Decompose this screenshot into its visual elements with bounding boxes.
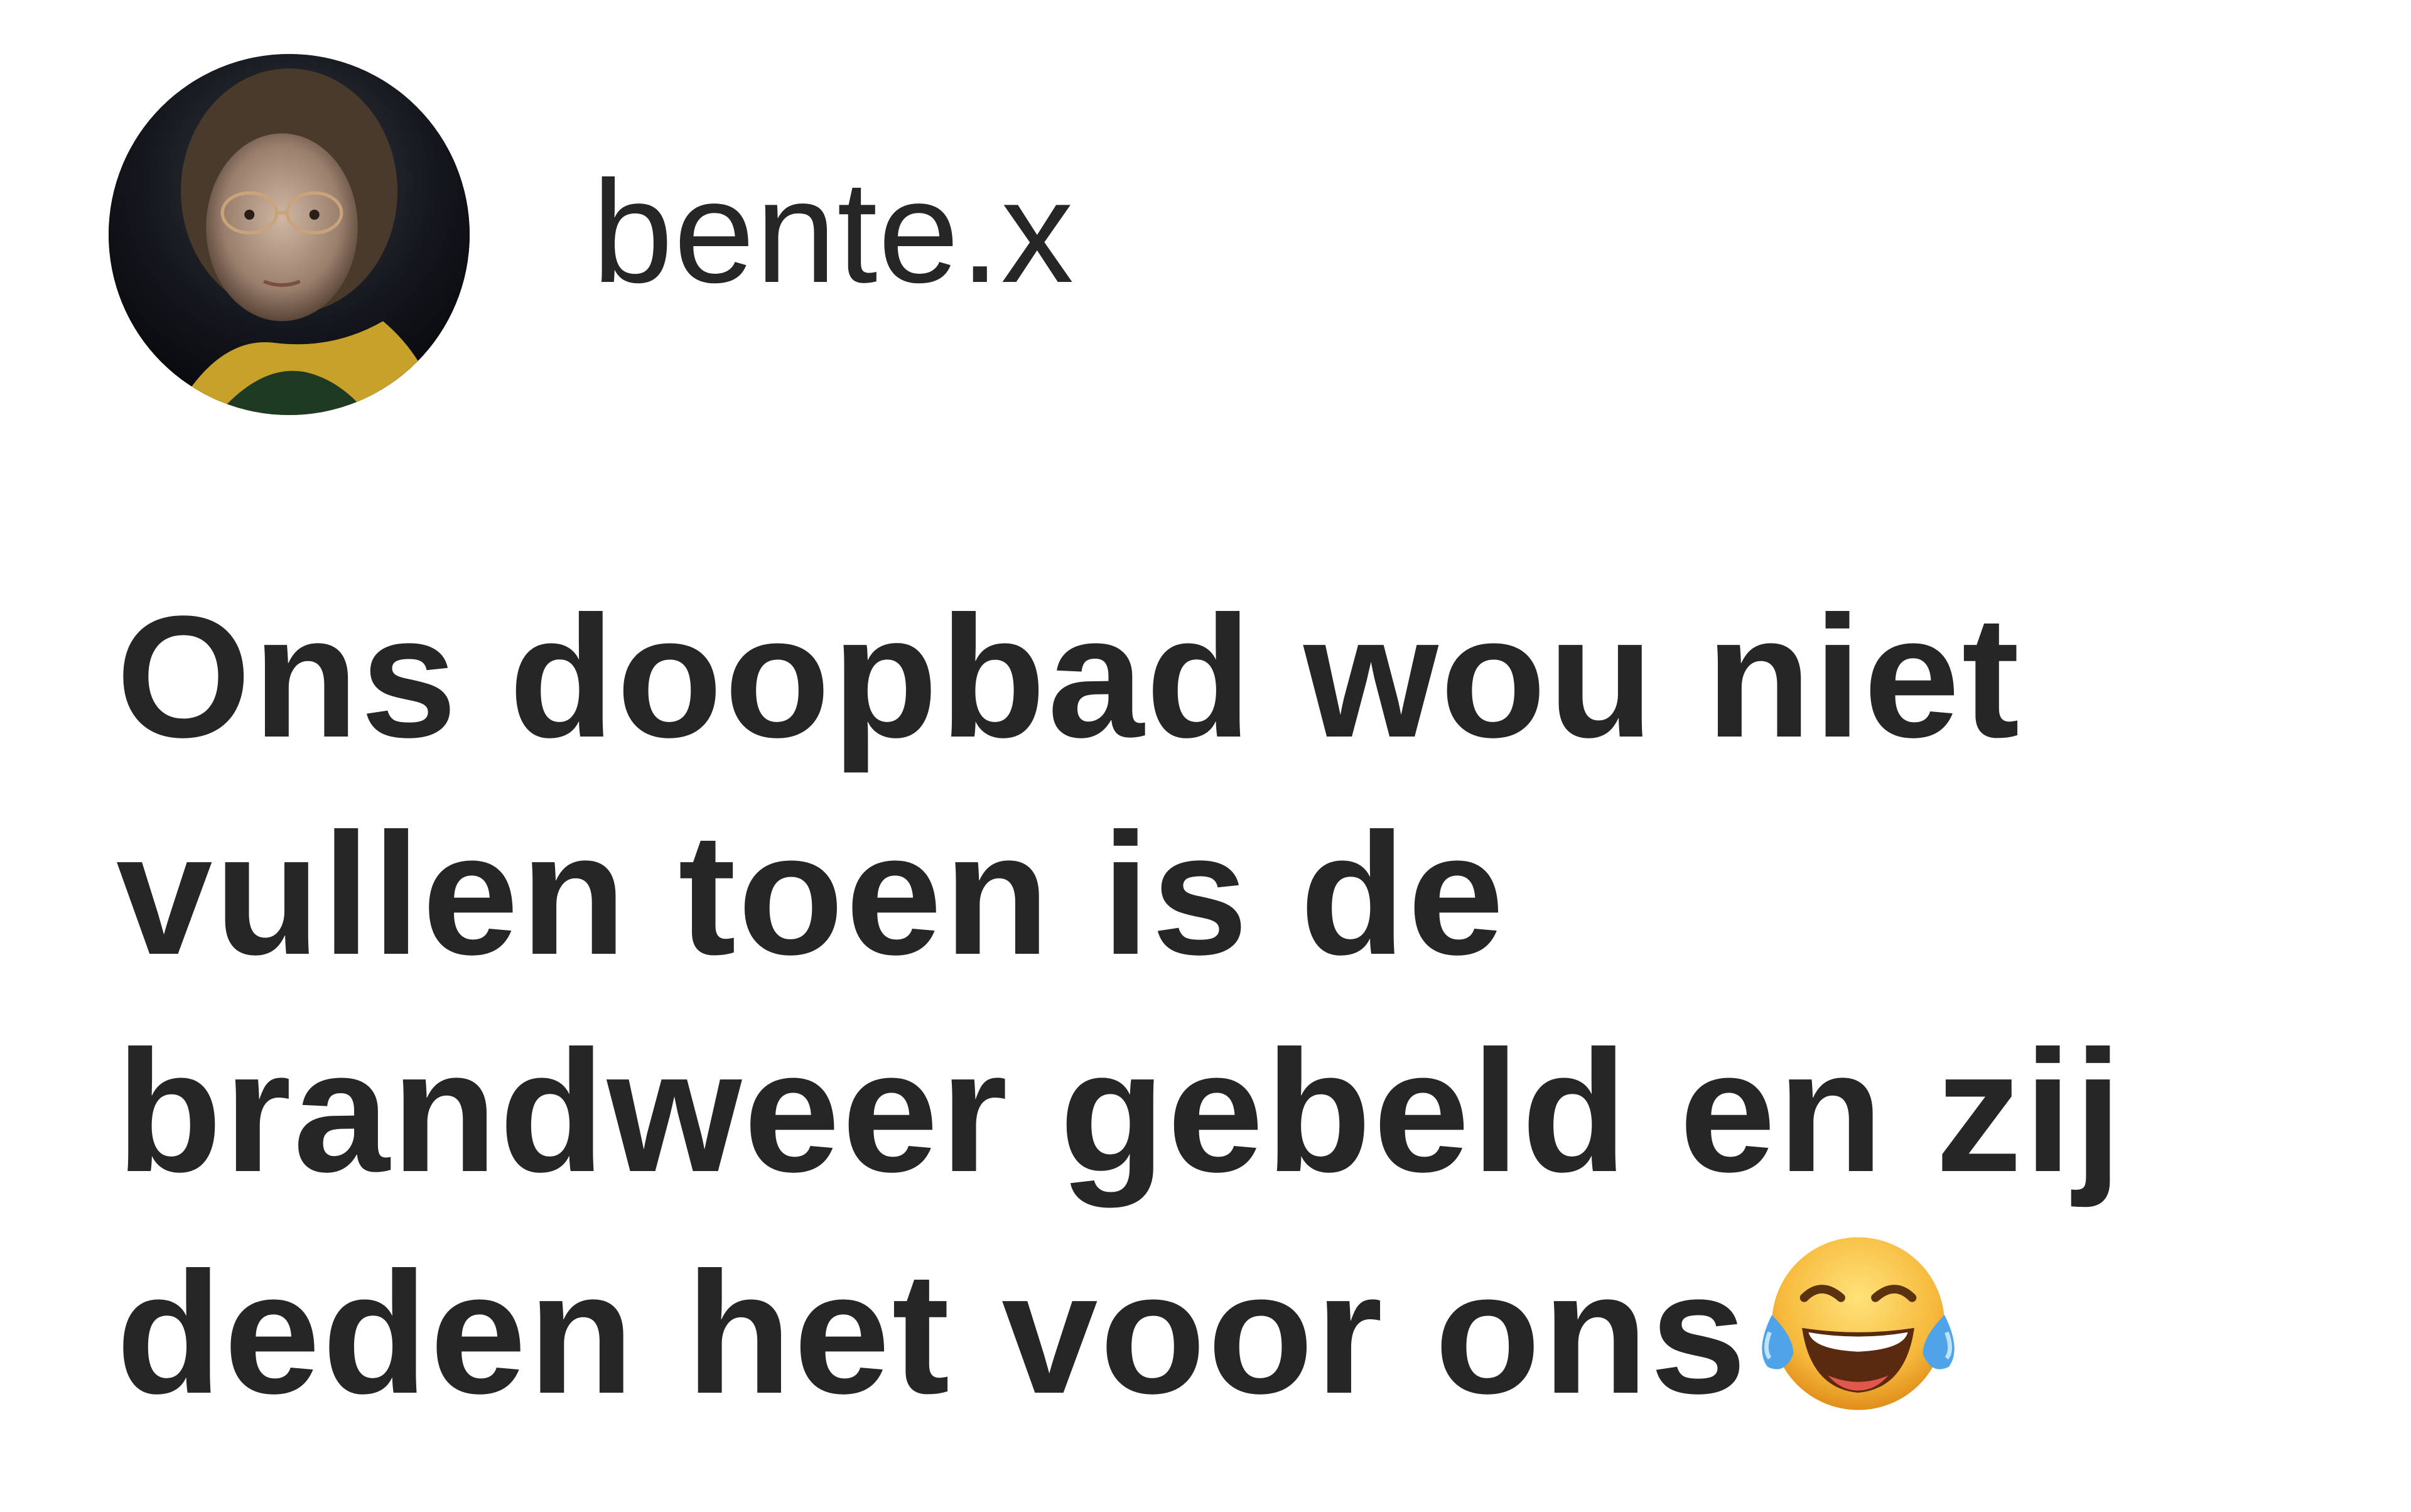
post-card: bente.x Ons doopbad wou niet vullen toen… [0, 0, 2411, 1512]
post-header: bente.x [109, 54, 1074, 415]
avatar[interactable] [109, 54, 470, 415]
post-text: Ons doopbad wou niet vullen toen is de b… [116, 568, 2289, 1442]
username[interactable]: bente.x [592, 159, 1074, 310]
avatar-photo-icon [109, 54, 470, 415]
face-with-tears-of-joy-icon [1750, 1220, 1966, 1427]
